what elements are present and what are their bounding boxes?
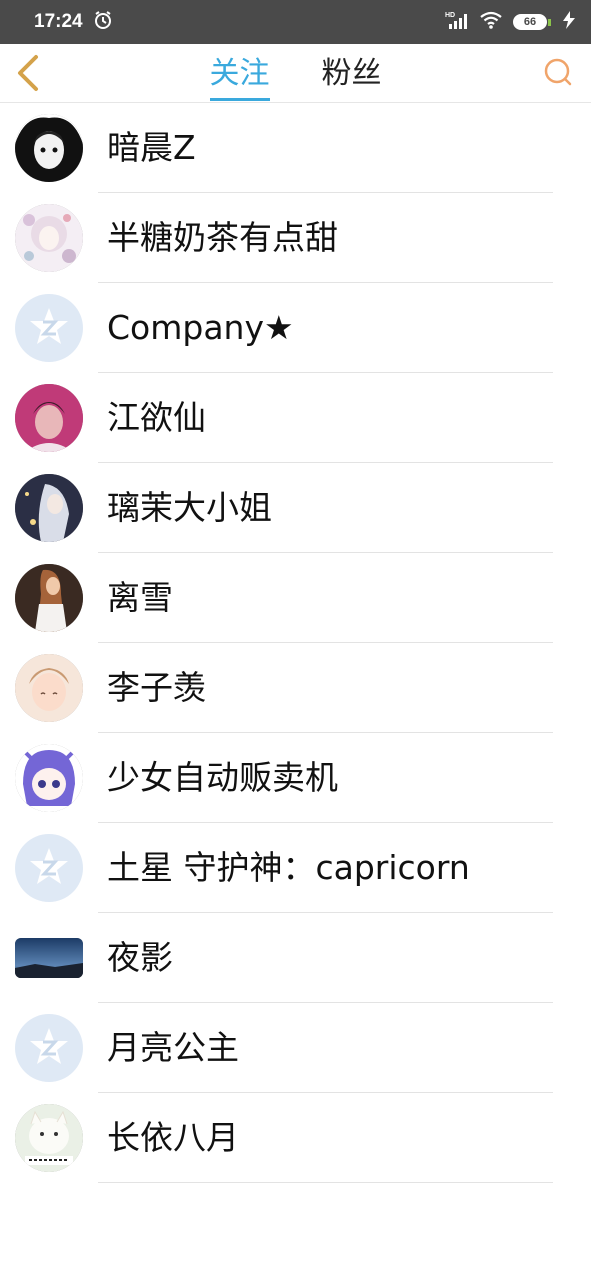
avatar[interactable] xyxy=(15,1014,83,1082)
alarm-icon xyxy=(93,10,113,34)
default-avatar-icon xyxy=(30,1028,68,1064)
tab-bar: 关注 粉丝 xyxy=(0,44,591,102)
default-avatar-icon xyxy=(30,848,68,884)
list-item[interactable]: 长依八月 xyxy=(0,1093,591,1183)
avatar[interactable] xyxy=(15,384,83,452)
list-item[interactable]: 离雪 xyxy=(0,553,591,643)
user-name: 长依八月 xyxy=(107,1118,239,1157)
user-name: Company★ xyxy=(107,308,294,347)
user-name: 江欲仙 xyxy=(107,398,206,437)
battery-icon: 66 xyxy=(513,14,551,30)
tab-following[interactable]: 关注 xyxy=(209,48,270,101)
search-button[interactable] xyxy=(541,55,575,89)
list-item[interactable]: 李子羡 xyxy=(0,643,591,733)
user-list: 暗晨Z 半糖奶茶有点甜 Company★ 江欲仙 璃茉大小姐 离雪 李子羡 少女… xyxy=(0,103,591,1183)
avatar[interactable] xyxy=(15,744,83,812)
list-item[interactable]: 夜影 xyxy=(0,913,591,1003)
user-name: 李子羡 xyxy=(107,668,206,707)
list-item[interactable]: 璃茉大小姐 xyxy=(0,463,591,553)
user-name: 暗晨Z xyxy=(107,128,196,167)
avatar[interactable] xyxy=(15,834,83,902)
list-item[interactable]: Company★ xyxy=(0,283,591,373)
search-icon xyxy=(544,58,572,86)
avatar[interactable] xyxy=(15,938,83,978)
list-item[interactable]: 少女自动贩卖机 xyxy=(0,733,591,823)
avatar[interactable] xyxy=(15,474,83,542)
avatar[interactable] xyxy=(15,564,83,632)
user-name: 夜影 xyxy=(107,938,173,977)
list-item[interactable]: 土星 守护神：capricorn xyxy=(0,823,591,913)
divider xyxy=(98,1182,553,1183)
user-name: 离雪 xyxy=(107,578,173,617)
status-time: 17:24 xyxy=(34,11,83,32)
list-item[interactable]: 月亮公主 xyxy=(0,1003,591,1093)
list-item[interactable]: 江欲仙 xyxy=(0,373,591,463)
avatar[interactable] xyxy=(15,114,83,182)
tab-fans[interactable]: 粉丝 xyxy=(322,48,382,98)
user-name: 半糖奶茶有点甜 xyxy=(107,218,338,257)
signal-icon: HD xyxy=(445,10,469,34)
user-name: 土星 守护神：capricorn xyxy=(107,848,470,887)
charging-icon xyxy=(561,10,577,34)
status-bar: 17:24 HD 66 xyxy=(0,0,591,44)
svg-text:HD: HD xyxy=(445,12,455,19)
user-name: 少女自动贩卖机 xyxy=(107,758,338,797)
avatar[interactable] xyxy=(15,1104,83,1172)
user-name: 璃茉大小姐 xyxy=(107,488,272,527)
battery-level: 66 xyxy=(513,14,547,30)
user-name: 月亮公主 xyxy=(107,1028,239,1067)
default-avatar-icon xyxy=(30,308,68,344)
header: 关注 粉丝 xyxy=(0,44,591,103)
avatar[interactable] xyxy=(15,654,83,722)
avatar[interactable] xyxy=(15,294,83,362)
list-item[interactable]: 暗晨Z xyxy=(0,103,591,193)
wifi-icon xyxy=(479,10,503,34)
avatar[interactable] xyxy=(15,204,83,272)
list-item[interactable]: 半糖奶茶有点甜 xyxy=(0,193,591,283)
